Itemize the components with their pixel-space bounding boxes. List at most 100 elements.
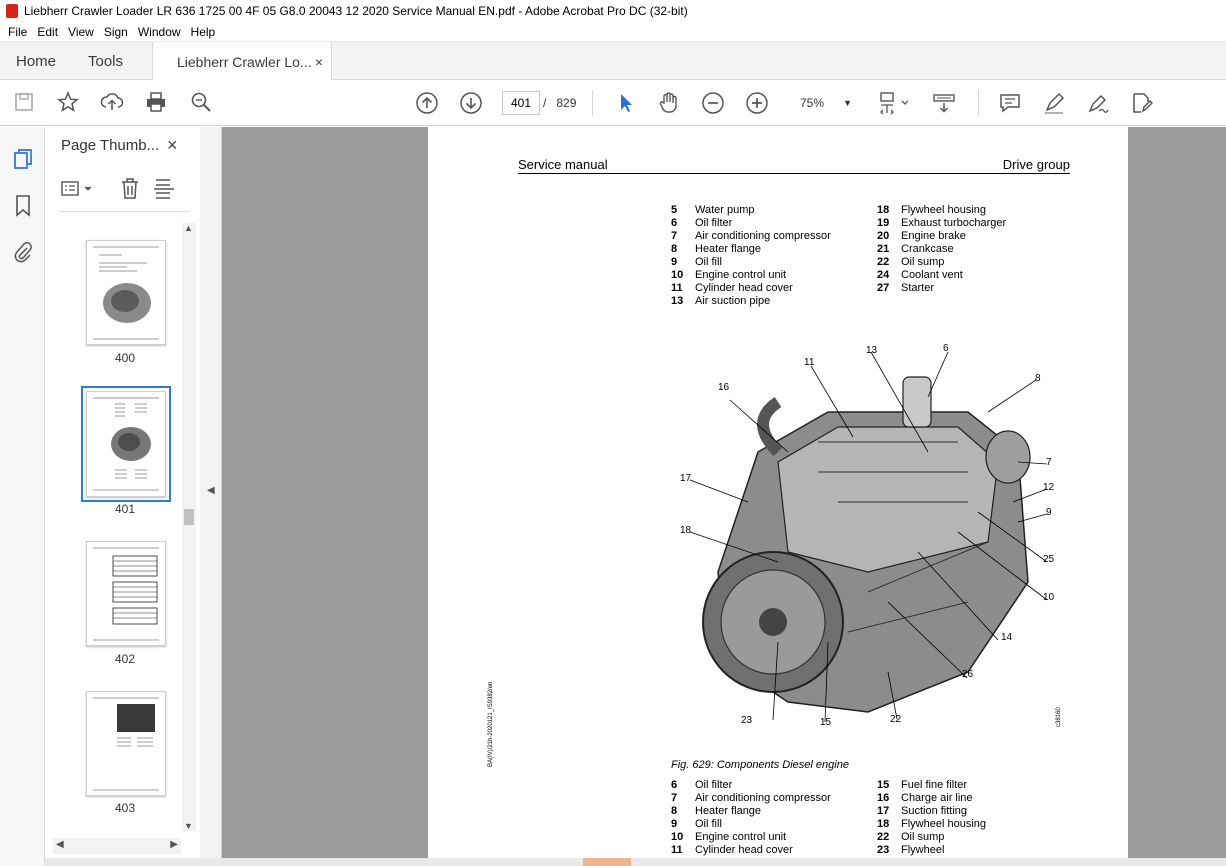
- menu-file[interactable]: File: [8, 25, 27, 39]
- document-viewer[interactable]: Service manual Drive group 5 Water pump 6…: [222, 127, 1226, 866]
- thumbnails-hscrollbar[interactable]: ◀ ▶: [53, 838, 181, 854]
- highlight-pen-icon[interactable]: [1042, 91, 1066, 115]
- sign-pen-icon[interactable]: [1086, 91, 1110, 115]
- page-number-input[interactable]: 401: [502, 91, 540, 115]
- page-thumbnail-402[interactable]: [86, 541, 166, 646]
- viewer-hscrollbar[interactable]: [45, 858, 1226, 866]
- hand-tool-icon[interactable]: [657, 91, 681, 115]
- scroll-down-icon[interactable]: ▼: [184, 821, 193, 831]
- callout-label: 22: [890, 714, 902, 725]
- legend-top-right: 18 Flywheel housing 19 Exhaust turbocharge…: [877, 204, 1006, 295]
- page-thumbnail-403[interactable]: [86, 691, 166, 796]
- menu-window[interactable]: Window: [138, 25, 181, 39]
- callout-label: 6: [943, 343, 949, 354]
- zoom-in-icon[interactable]: [745, 91, 769, 115]
- document-id: BA(IV)/21h-2020121_IS9382/en: [488, 681, 494, 767]
- diesel-engine-illustration: [689, 351, 1048, 723]
- legend-row: 24 Coolant vent: [877, 269, 963, 281]
- bookmark-icon[interactable]: [11, 194, 35, 218]
- acrobat-pdf-icon: [6, 4, 18, 18]
- header-right: Drive group: [1002, 157, 1070, 172]
- previous-page-icon[interactable]: [415, 91, 439, 115]
- tab-document[interactable]: Liebherr Crawler Lo... ×: [152, 42, 332, 81]
- crop-pages-icon[interactable]: [152, 177, 176, 206]
- figure-caption: Fig. 629: Components Diesel engine: [671, 759, 849, 771]
- legend-row: 22 Oil sump: [877, 831, 945, 843]
- page-thumbnail-401[interactable]: [81, 386, 171, 502]
- legend-row: 22 Oil sump: [877, 256, 945, 268]
- close-tab-icon[interactable]: ×: [315, 54, 323, 70]
- thumbnail-options-icon[interactable]: [60, 179, 96, 204]
- legend-row: 19 Exhaust turbocharger: [877, 217, 1007, 229]
- panel-title: Page Thumb...: [61, 137, 160, 154]
- delete-icon[interactable]: [119, 177, 141, 206]
- page-thumbnails-icon[interactable]: [11, 147, 35, 171]
- attachment-icon[interactable]: [11, 240, 35, 264]
- toolbar: [0, 80, 1226, 126]
- menu-sign[interactable]: Sign: [104, 25, 128, 39]
- comment-icon[interactable]: [998, 91, 1022, 115]
- menu-view[interactable]: View: [68, 25, 94, 39]
- hscroll-thumb[interactable]: [583, 858, 631, 866]
- thumbnails-panel: Page Thumb... × 400 401 402 403 ▲ ▼ ◀ ▶: [45, 127, 200, 866]
- upload-cloud-icon[interactable]: [100, 91, 124, 115]
- legend-row: 10 Engine control unit: [671, 831, 787, 843]
- legend-row: 6 Oil filter: [671, 779, 733, 791]
- legend-row: 27 Starter: [877, 282, 935, 294]
- callout-label: 26: [962, 669, 974, 680]
- zoom-select[interactable]: 75% ▼: [790, 91, 858, 115]
- thumbnail-label: 400: [114, 351, 136, 365]
- legend-row: 8 Heater flange: [671, 243, 762, 255]
- collapse-arrow-icon[interactable]: ◀: [207, 485, 215, 496]
- legend-bottom-right: 15 Fuel fine filter 16 Charge air line 17 S…: [877, 779, 986, 857]
- callout-label: 10: [1043, 592, 1055, 603]
- legend-row: 15 Fuel fine filter: [877, 779, 968, 791]
- scroll-mode-icon[interactable]: [932, 91, 956, 115]
- print-icon[interactable]: [144, 91, 168, 115]
- thumbnails-scrollbar[interactable]: ▲ ▼: [182, 223, 196, 831]
- legend-row: 21 Crankcase: [877, 243, 954, 255]
- scroll-right-icon[interactable]: ▶: [170, 839, 178, 850]
- close-panel-icon[interactable]: ×: [167, 135, 178, 156]
- scroll-left-icon[interactable]: ◀: [56, 839, 64, 850]
- menu-bar: File Edit View Sign Window Help: [0, 22, 1226, 42]
- callout-label: 25: [1043, 554, 1055, 565]
- legend-row: 6 Oil filter: [671, 217, 733, 229]
- zoom-search-icon[interactable]: [189, 91, 213, 115]
- pdf-page: Service manual Drive group 5 Water pump 6…: [428, 127, 1128, 866]
- chevron-down-icon: ▼: [843, 98, 852, 108]
- toolbar-divider: [592, 90, 593, 116]
- scroll-up-icon[interactable]: ▲: [184, 223, 193, 233]
- panel-collapse-handle[interactable]: ◀: [200, 127, 222, 866]
- callout-label: 16: [718, 382, 730, 393]
- zoom-out-icon[interactable]: [701, 91, 725, 115]
- legend-row: 17 Suction fitting: [877, 805, 968, 817]
- scrollbar-thumb[interactable]: [184, 509, 194, 525]
- legend-row: 18 Flywheel housing: [877, 818, 986, 830]
- legend-row: 23 Flywheel: [877, 844, 945, 856]
- star-icon[interactable]: [56, 91, 80, 115]
- callout-label: 11: [804, 357, 815, 368]
- select-cursor-icon[interactable]: [613, 91, 637, 115]
- fit-page-icon[interactable]: [878, 91, 912, 115]
- tab-home[interactable]: Home: [16, 42, 56, 80]
- panel-divider: [59, 211, 190, 212]
- page-total: / 829: [543, 96, 577, 110]
- next-page-icon[interactable]: [459, 91, 483, 115]
- legend-row: 16 Charge air line: [877, 792, 973, 804]
- header-left: Service manual: [518, 157, 608, 172]
- legend-row: 10 Engine control unit: [671, 269, 787, 281]
- legend-row: 7 Air conditioning compressor: [671, 230, 831, 242]
- image-id: c38160: [1056, 707, 1062, 727]
- menu-edit[interactable]: Edit: [37, 25, 58, 39]
- menu-help[interactable]: Help: [191, 25, 216, 39]
- callout-label: 7: [1046, 457, 1052, 468]
- thumbnail-label: 402: [114, 652, 136, 666]
- tab-tools[interactable]: Tools: [88, 42, 123, 80]
- navigation-rail: [0, 127, 45, 866]
- toolbar-divider: [978, 90, 979, 116]
- page-thumbnail-400[interactable]: [86, 240, 166, 345]
- legend-row: 8 Heater flange: [671, 805, 762, 817]
- edit-document-icon[interactable]: [1130, 91, 1154, 115]
- save-icon[interactable]: [12, 91, 36, 115]
